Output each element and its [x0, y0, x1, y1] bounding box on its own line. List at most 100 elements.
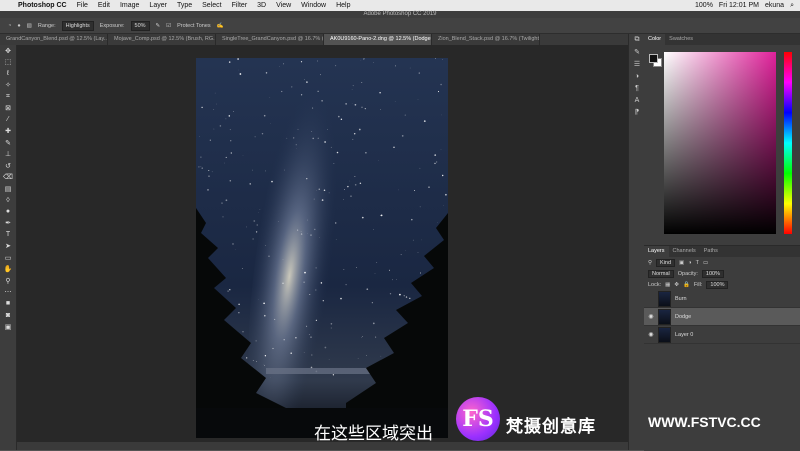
adjustments-panel-icon[interactable]: ◑ — [629, 70, 645, 82]
menu-window[interactable]: Window — [301, 2, 326, 9]
lasso-tool-icon[interactable]: ℓ — [0, 68, 16, 80]
more-tools-icon[interactable]: ⋯ — [0, 287, 16, 299]
filter-adjust-icon[interactable]: ◑ — [688, 260, 691, 266]
gradient-tool-icon[interactable]: ▤ — [0, 183, 16, 195]
layer-row[interactable]: ◉ Dodge — [644, 308, 800, 326]
menu-app-name[interactable]: Photoshop CC — [18, 2, 67, 9]
star — [336, 239, 337, 240]
screen-mode-icon[interactable]: ▣ — [0, 321, 16, 333]
menu-layer[interactable]: Layer — [149, 2, 167, 9]
blend-mode-select[interactable]: Normal — [648, 270, 674, 278]
path-select-tool-icon[interactable]: ➤ — [0, 241, 16, 253]
star — [312, 108, 313, 109]
tab-paths[interactable]: Paths — [700, 246, 722, 257]
foreground-background-swatch[interactable] — [649, 54, 659, 64]
menu-3d[interactable]: 3D — [257, 2, 266, 9]
opacity-input[interactable]: 100% — [702, 270, 724, 278]
menu-view[interactable]: View — [276, 2, 291, 9]
brush-size-icon[interactable]: ● — [17, 23, 20, 29]
pressure-icon[interactable]: ✍ — [217, 23, 224, 29]
exposure-input[interactable]: 50% — [131, 21, 150, 31]
tab-layers[interactable]: Layers — [644, 246, 669, 257]
hue-slider[interactable] — [784, 52, 792, 234]
tab-zion-blend[interactable]: Zion_Blend_Stack.psd @ 16.7% (Twilight, … — [432, 34, 540, 45]
lock-position-icon[interactable]: ✥ — [674, 282, 679, 288]
layer-filter-kind[interactable]: Kind — [656, 259, 675, 267]
menu-file[interactable]: File — [77, 2, 88, 9]
tab-swatches[interactable]: Swatches — [665, 34, 697, 45]
star — [419, 72, 420, 73]
move-tool-icon[interactable]: ✥ — [0, 45, 16, 57]
menu-edit[interactable]: Edit — [98, 2, 110, 9]
eyedropper-tool-icon[interactable]: ⁄ — [0, 114, 16, 126]
zoom-tool-icon[interactable]: ⚲ — [0, 275, 16, 287]
blur-tool-icon[interactable]: ◊ — [0, 195, 16, 207]
star — [373, 62, 374, 63]
brush-settings-panel-icon[interactable]: ✎ — [629, 46, 645, 58]
layer-row[interactable]: Burn — [644, 290, 800, 308]
color-picker-field[interactable] — [664, 52, 776, 234]
paragraph-panel-icon[interactable]: ¶ — [629, 82, 645, 94]
color-swatches-icon[interactable]: ■ — [0, 298, 16, 310]
star — [202, 167, 203, 168]
star — [311, 131, 312, 132]
star — [363, 58, 364, 59]
menu-help[interactable]: Help — [336, 2, 350, 9]
marquee-tool-icon[interactable]: ⬚ — [0, 57, 16, 69]
tab-ak0u9160-pano[interactable]: AK0U9160-Pano-2.dng @ 12.5% (Dodge, RGB/… — [324, 34, 432, 45]
hand-tool-icon[interactable]: ✋ — [0, 264, 16, 276]
history-panel-icon[interactable]: ⧉ — [629, 34, 645, 46]
star — [355, 104, 357, 106]
fill-input[interactable]: 100% — [706, 281, 728, 289]
filter-shape-icon[interactable]: ▭ — [703, 260, 708, 266]
crop-tool-icon[interactable]: ⌗ — [0, 91, 16, 103]
type-tool-icon[interactable]: T — [0, 229, 16, 241]
lock-all-icon[interactable]: 🔒 — [683, 282, 690, 288]
character-panel-icon[interactable]: A — [629, 94, 645, 106]
glyphs-panel-icon[interactable]: ⁋ — [629, 106, 645, 118]
lock-pixels-icon[interactable]: ▦ — [665, 282, 670, 288]
tab-channels[interactable]: Channels — [669, 246, 700, 257]
frame-tool-icon[interactable]: ⊠ — [0, 103, 16, 115]
star — [272, 348, 273, 349]
foreground-color[interactable] — [649, 54, 658, 63]
airbrush-icon[interactable]: ✎ — [156, 23, 161, 29]
filter-type-icon[interactable]: T — [696, 260, 699, 266]
brush-tool-icon[interactable]: ✎ — [0, 137, 16, 149]
star — [435, 58, 436, 59]
range-select[interactable]: Highlights — [62, 21, 94, 31]
eye-icon[interactable]: ◉ — [644, 313, 658, 320]
quick-mask-icon[interactable]: ◙ — [0, 310, 16, 322]
quick-select-tool-icon[interactable]: ✧ — [0, 80, 16, 92]
history-brush-tool-icon[interactable]: ↺ — [0, 160, 16, 172]
tab-singletree[interactable]: SingleTree_GrandCanyon.psd @ 16.7% (R... — [216, 34, 324, 45]
clone-stamp-tool-icon[interactable]: ⊥ — [0, 149, 16, 161]
healing-tool-icon[interactable]: ✚ — [0, 126, 16, 138]
star — [231, 152, 232, 153]
properties-panel-icon[interactable]: ☰ — [629, 58, 645, 70]
shape-tool-icon[interactable]: ▭ — [0, 252, 16, 264]
protect-tones-checkbox[interactable]: ☑ — [166, 23, 171, 29]
color-panel-tabs: Color Swatches — [644, 34, 800, 45]
menu-select[interactable]: Select — [202, 2, 221, 9]
filter-image-icon[interactable]: ▣ — [679, 260, 684, 266]
user-name[interactable]: ekuna — [765, 2, 784, 9]
tab-grandcanyon-blend[interactable]: GrandCanyon_Blend.psd @ 12.5% (Lay... — [0, 34, 108, 45]
menu-image[interactable]: Image — [120, 2, 139, 9]
star — [246, 357, 247, 358]
document-image[interactable] — [196, 58, 448, 438]
dodge-tool-icon[interactable]: ◔ — [8, 23, 11, 29]
tab-mojave-comp[interactable]: Mojave_Comp.psd @ 12.5% (Brush, RG... — [108, 34, 216, 45]
brush-settings-icon[interactable]: ▧ — [27, 23, 32, 29]
tab-color[interactable]: Color — [644, 34, 665, 45]
eye-icon[interactable]: ◉ — [644, 331, 658, 338]
star — [284, 170, 285, 171]
star — [283, 64, 284, 65]
pen-tool-icon[interactable]: ✒ — [0, 218, 16, 230]
eraser-tool-icon[interactable]: ⌫ — [0, 172, 16, 184]
menu-type[interactable]: Type — [177, 2, 192, 9]
search-icon[interactable]: ⌕ — [790, 2, 794, 10]
layer-row[interactable]: ◉ Layer 0 — [644, 326, 800, 344]
dodge-tool-icon[interactable]: ● — [0, 206, 16, 218]
menu-filter[interactable]: Filter — [232, 2, 248, 9]
